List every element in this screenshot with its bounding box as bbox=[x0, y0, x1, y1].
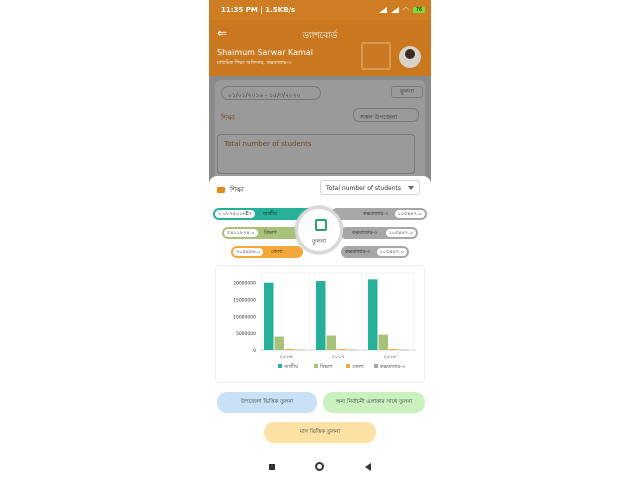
bar bbox=[326, 335, 336, 350]
month-compare-button[interactable]: মাস ভিত্তিক তুলনা bbox=[264, 422, 376, 443]
area-value-2: ১০৫৪৪৭.০ bbox=[385, 229, 416, 237]
legend-swatch bbox=[314, 364, 318, 368]
bar bbox=[274, 336, 284, 350]
bar bbox=[368, 279, 378, 350]
page-title: ড্যাশবোর্ড bbox=[302, 31, 338, 41]
bar bbox=[399, 349, 409, 351]
bar bbox=[295, 349, 305, 351]
chevron-down-icon bbox=[408, 186, 414, 190]
background-content: ০১/০১/২০১৬ - ১৫/৩/২০২০ তুলনা শিক্ষা সকল … bbox=[209, 76, 431, 186]
bar-chart: 0 5000000 10000000 15000000 20000000 ২০১৬ ২০১৭… bbox=[233, 272, 416, 370]
status-bar: 11:35 PM | 1.5KB/s ◠ 76 bbox=[209, 0, 431, 20]
x-tick-label: ২০১৬ bbox=[280, 354, 294, 360]
area-pill-3: কক্সবাজার-৩ ১০৫৪৪৭.০ bbox=[341, 246, 409, 258]
area-label-3: কক্সবাজার-৩ bbox=[345, 249, 371, 255]
metric-select[interactable]: Total number of students bbox=[320, 180, 420, 195]
area-value-3: ১০৫৪৪৭.০ bbox=[376, 248, 407, 256]
national-label: জাতীয় bbox=[263, 211, 278, 217]
legend-label: জাতীয় bbox=[283, 363, 299, 370]
district-label: জেলা bbox=[271, 249, 283, 255]
battery-icon: 76 bbox=[413, 7, 425, 13]
phone-screen: 11:35 PM | 1.5KB/s ◠ 76 ⇐ ড্যাশবোর্ড Sha… bbox=[209, 0, 431, 480]
avatar[interactable] bbox=[399, 46, 421, 68]
upazila-compare-button[interactable]: উপজেলা ভিত্তিক তুলনা bbox=[217, 392, 317, 413]
y-tick-label: 20000000 bbox=[233, 281, 256, 287]
area-label-2: কক্সবাজার-৩ bbox=[352, 230, 378, 236]
sheet-section-title: শিক্ষা bbox=[230, 186, 244, 194]
section-label: শিক্ষা bbox=[221, 114, 235, 122]
bottom-sheet: শিক্ষা Total number of students ২.০৮৭৫০১… bbox=[209, 176, 431, 453]
book-icon bbox=[217, 187, 225, 193]
chart-card: 0 5000000 10000000 15000000 20000000 ২০১৬ ২০১৭… bbox=[215, 265, 425, 383]
legend-label: কক্সবাজার-৩ bbox=[379, 364, 406, 370]
total-students-card: Total number of students bbox=[217, 134, 415, 174]
x-tick-label: ২০১৮ bbox=[384, 354, 398, 360]
status-time: 11:35 PM | 1.5KB/s bbox=[221, 6, 296, 14]
upazila-select[interactable]: সকল উপজেলা bbox=[353, 108, 419, 122]
legend-swatch bbox=[278, 364, 282, 368]
division-value: ৫৪১২৮৭৪.০ bbox=[224, 229, 258, 237]
bar bbox=[264, 282, 274, 350]
user-role: মাধ্যমিক শিক্ষা অফিসার, কক্সবাজার-৩ bbox=[217, 60, 292, 66]
y-tick-label: 15000000 bbox=[233, 298, 256, 304]
bar bbox=[337, 348, 347, 350]
compare-icon bbox=[315, 219, 327, 231]
y-tick-label: 10000000 bbox=[233, 314, 256, 320]
user-name: Shaimum Sarwar Kamal bbox=[217, 48, 313, 57]
bar bbox=[347, 349, 357, 351]
bar bbox=[285, 348, 295, 350]
y-tick-label: 5000000 bbox=[236, 331, 256, 337]
legend-swatch bbox=[374, 364, 378, 368]
compare-center-label: তুলনা bbox=[311, 238, 327, 245]
status-icons: ◠ 76 bbox=[378, 6, 425, 14]
legend-label: জেলা bbox=[352, 364, 364, 370]
area-pill-1: কক্সবাজার-৩ ১০৫৪৪৭.০ bbox=[331, 208, 427, 220]
wifi-icon: ◠ bbox=[402, 6, 409, 14]
signal-icon bbox=[378, 7, 387, 13]
division-pill: ৫৪১২৮৭৪.০ বিভাগ bbox=[222, 227, 304, 239]
system-nav-bar bbox=[209, 453, 431, 480]
division-label: বিভাগ bbox=[264, 230, 277, 236]
district-pill: ৩০৫৪৪৬.০ জেলা bbox=[231, 246, 303, 258]
bar bbox=[389, 348, 399, 350]
area-pill-2: কক্সবাজার-৩ ১০৫৪৪৭.০ bbox=[340, 227, 418, 239]
metric-select-value: Total number of students bbox=[326, 185, 401, 192]
district-value: ৩০৫৪৪৬.০ bbox=[233, 248, 264, 256]
home-icon[interactable] bbox=[315, 462, 325, 471]
signal-icon-2 bbox=[390, 7, 399, 13]
book-watermark-icon bbox=[361, 42, 391, 70]
sheet-section-header: শিক্ষা bbox=[217, 184, 244, 196]
national-value: ২.০৮৭৫০১৬E৭ bbox=[215, 210, 255, 218]
bar bbox=[378, 334, 388, 350]
legend-swatch bbox=[346, 364, 350, 368]
app-header: ⇐ ড্যাশবোর্ড Shaimum Sarwar Kamal মাধ্যম… bbox=[209, 20, 431, 76]
back-nav-icon[interactable] bbox=[364, 462, 371, 471]
bar bbox=[316, 281, 326, 350]
area-label-1: কক্সবাজার-৩ bbox=[363, 211, 389, 217]
legend-label: বিভাগ bbox=[319, 364, 333, 370]
total-label: Total number of students bbox=[224, 140, 312, 148]
date-range-field[interactable]: ০১/০১/২০১৬ - ১৫/৩/২০২০ bbox=[221, 86, 321, 100]
compare-button[interactable]: তুলনা bbox=[391, 86, 423, 98]
area-value-1: ১০৫৪৪৭.০ bbox=[394, 210, 425, 218]
recents-icon[interactable] bbox=[269, 463, 276, 470]
compare-center-button[interactable]: তুলনা bbox=[295, 206, 343, 254]
y-tick-label: 0 bbox=[253, 348, 256, 354]
x-tick-label: ২০১৭ bbox=[332, 354, 345, 360]
other-area-compare-button[interactable]: অন্য নির্বাচনী এলাকার সাথে তুলনা bbox=[323, 392, 425, 413]
